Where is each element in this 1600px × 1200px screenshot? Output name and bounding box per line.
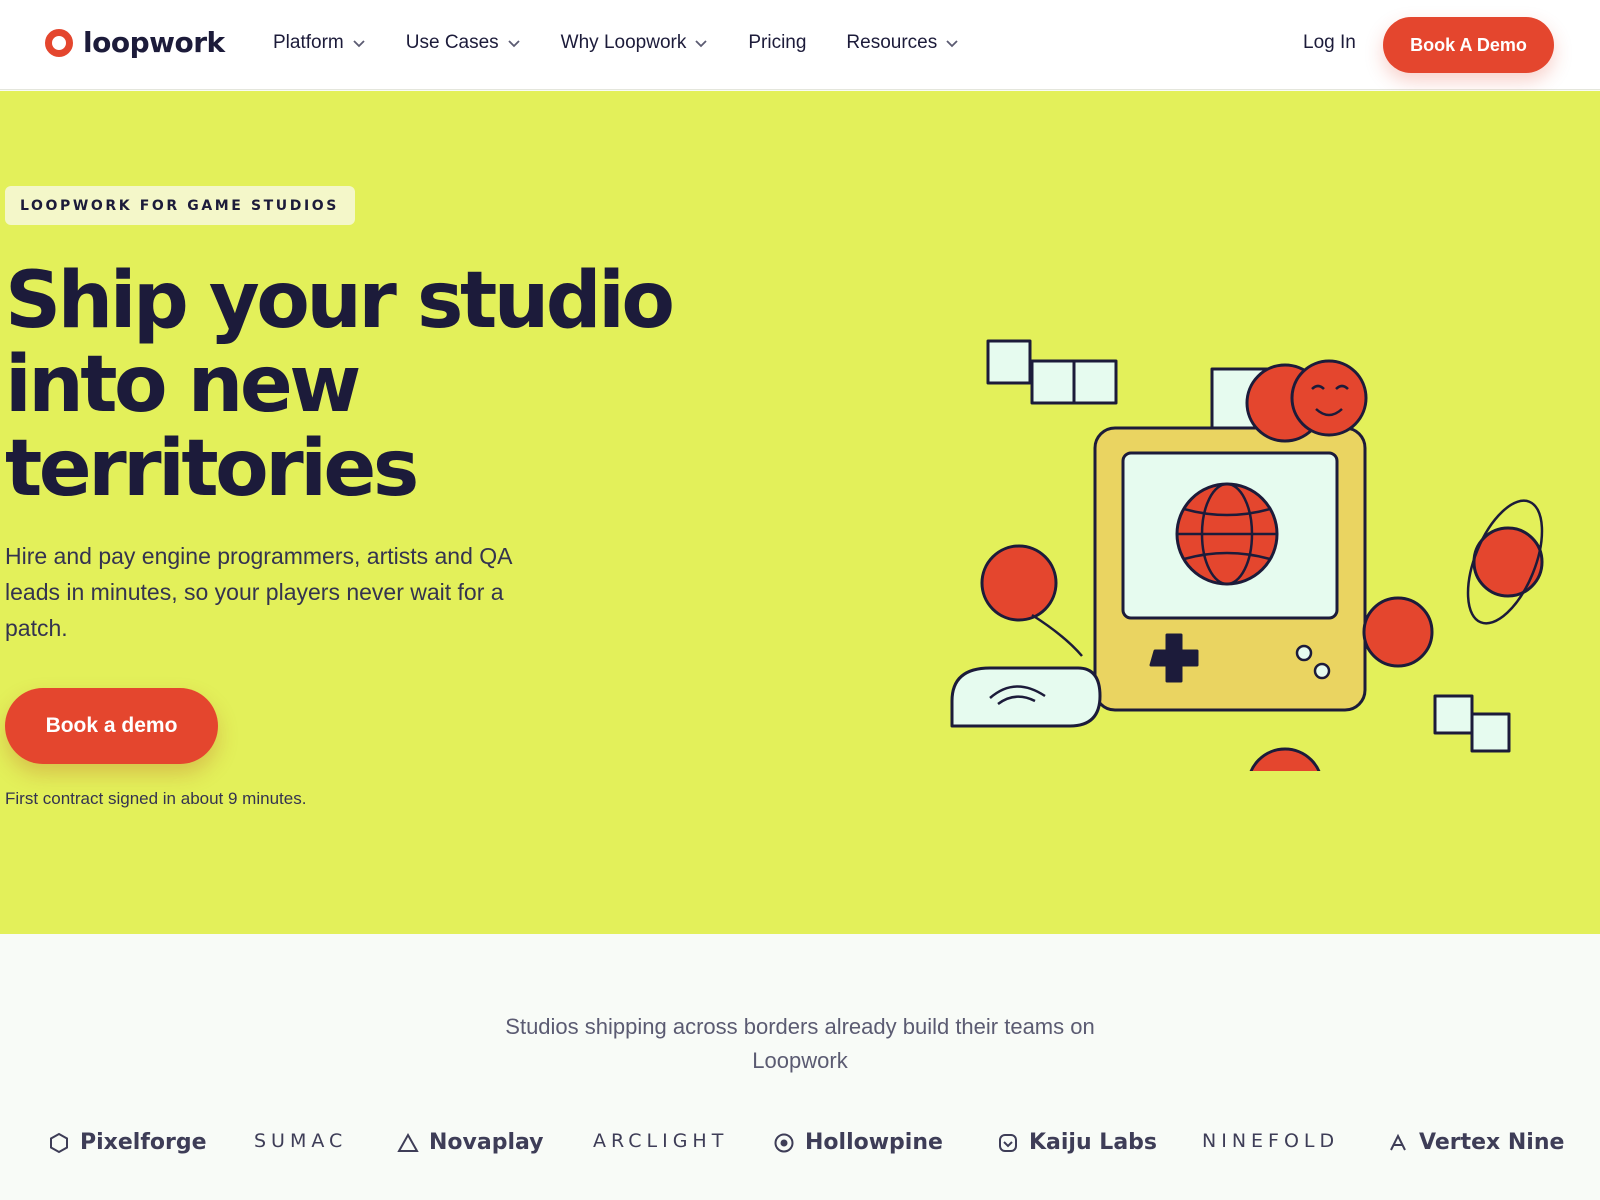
hero-badge: LOOPWORK FOR GAME STUDIOS bbox=[5, 186, 355, 225]
hero-section: LOOPWORK FOR GAME STUDIOS Ship your stud… bbox=[0, 91, 1600, 934]
nav-item-label: Platform bbox=[273, 32, 344, 53]
nav-menu: Platform Use Cases Why Loopwork Pricing … bbox=[273, 32, 959, 54]
client-logo-label: Hollowpine bbox=[805, 1130, 943, 1155]
block-shape bbox=[1470, 712, 1511, 753]
login-link[interactable]: Log In bbox=[1303, 32, 1356, 54]
brand-name: loopwork bbox=[83, 26, 225, 59]
chevron-down-icon bbox=[695, 40, 707, 48]
nav-item-use-cases[interactable]: Use Cases bbox=[406, 32, 521, 54]
triangle-icon bbox=[397, 1132, 419, 1152]
caret-icon bbox=[1390, 1133, 1406, 1150]
top-navigation: loopwork Platform Use Cases Why Loopwork… bbox=[0, 0, 1600, 90]
hero-subtext: Hire and pay engine programmers, artists… bbox=[5, 543, 512, 641]
hero-note: First contract signed in about 9 minutes… bbox=[5, 789, 307, 808]
client-logo-label: NINEFOLD bbox=[1202, 1130, 1340, 1152]
nav-item-resources[interactable]: Resources bbox=[846, 32, 959, 54]
client-logo-novaplay: Novaplay bbox=[397, 1130, 544, 1155]
book-demo-hero-button[interactable]: Book a demo bbox=[5, 688, 218, 764]
client-logo-kaiju-labs: Kaiju Labs bbox=[997, 1130, 1157, 1155]
smiley-orb bbox=[1290, 359, 1368, 437]
client-logo-ninefold: NINEFOLD bbox=[1202, 1130, 1339, 1152]
nav-item-why-loopwork[interactable]: Why Loopwork bbox=[561, 32, 709, 54]
hero-headline: Ship your studio into new territories bbox=[5, 256, 675, 514]
chevron-down-icon bbox=[508, 40, 520, 48]
block-shape bbox=[986, 339, 1032, 385]
console-button-shape bbox=[1313, 662, 1331, 680]
shield-check-icon bbox=[999, 1133, 1017, 1152]
nav-item-label: Resources bbox=[846, 32, 938, 53]
block-shape bbox=[1433, 694, 1474, 735]
orb-shape bbox=[980, 544, 1058, 622]
nav-item-label: Why Loopwork bbox=[560, 32, 687, 53]
client-logo-hollowpine: Hollowpine bbox=[773, 1130, 943, 1155]
brand-logo[interactable]: loopwork bbox=[45, 26, 225, 59]
chevron-down-icon bbox=[353, 40, 365, 48]
orb-shape bbox=[1249, 747, 1321, 771]
target-icon bbox=[774, 1133, 794, 1152]
client-logo-vertex-nine: Vertex Nine bbox=[1387, 1130, 1564, 1155]
book-demo-nav-button[interactable]: Book A Demo bbox=[1383, 17, 1554, 73]
client-logo-strip: Pixelforge SUMAC Novaplay ARCLIGHT Hollo… bbox=[0, 1130, 1600, 1170]
chevron-down-icon bbox=[946, 40, 958, 48]
logo-ring-icon bbox=[45, 28, 73, 57]
block-shape bbox=[1030, 359, 1076, 405]
nav-item-label: Use Cases bbox=[405, 32, 499, 53]
client-logo-label: Kaiju Labs bbox=[1029, 1130, 1158, 1155]
client-logo-label: Pixelforge bbox=[80, 1130, 207, 1155]
block-shape bbox=[1072, 359, 1118, 405]
client-logo-arclight: ARCLIGHT bbox=[593, 1130, 728, 1152]
client-logo-label: SUMAC bbox=[254, 1130, 348, 1152]
trust-statement: Studios shipping across borders already … bbox=[505, 1014, 1095, 1073]
nav-item-platform[interactable]: Platform bbox=[273, 32, 366, 54]
nav-item-pricing[interactable]: Pricing bbox=[748, 32, 806, 54]
client-logo-label: ARCLIGHT bbox=[593, 1130, 729, 1152]
game-console-illustration bbox=[950, 339, 1544, 771]
client-logo-sumac: SUMAC bbox=[254, 1130, 347, 1152]
orb-shape bbox=[1362, 596, 1434, 668]
hexagon-icon bbox=[50, 1132, 68, 1153]
nav-item-label: Pricing bbox=[748, 32, 807, 53]
client-logo-label: Novaplay bbox=[429, 1130, 544, 1155]
console-button-shape bbox=[1295, 644, 1313, 662]
client-logo-label: Vertex Nine bbox=[1419, 1130, 1565, 1155]
client-logo-pixelforge: Pixelforge bbox=[48, 1130, 207, 1155]
